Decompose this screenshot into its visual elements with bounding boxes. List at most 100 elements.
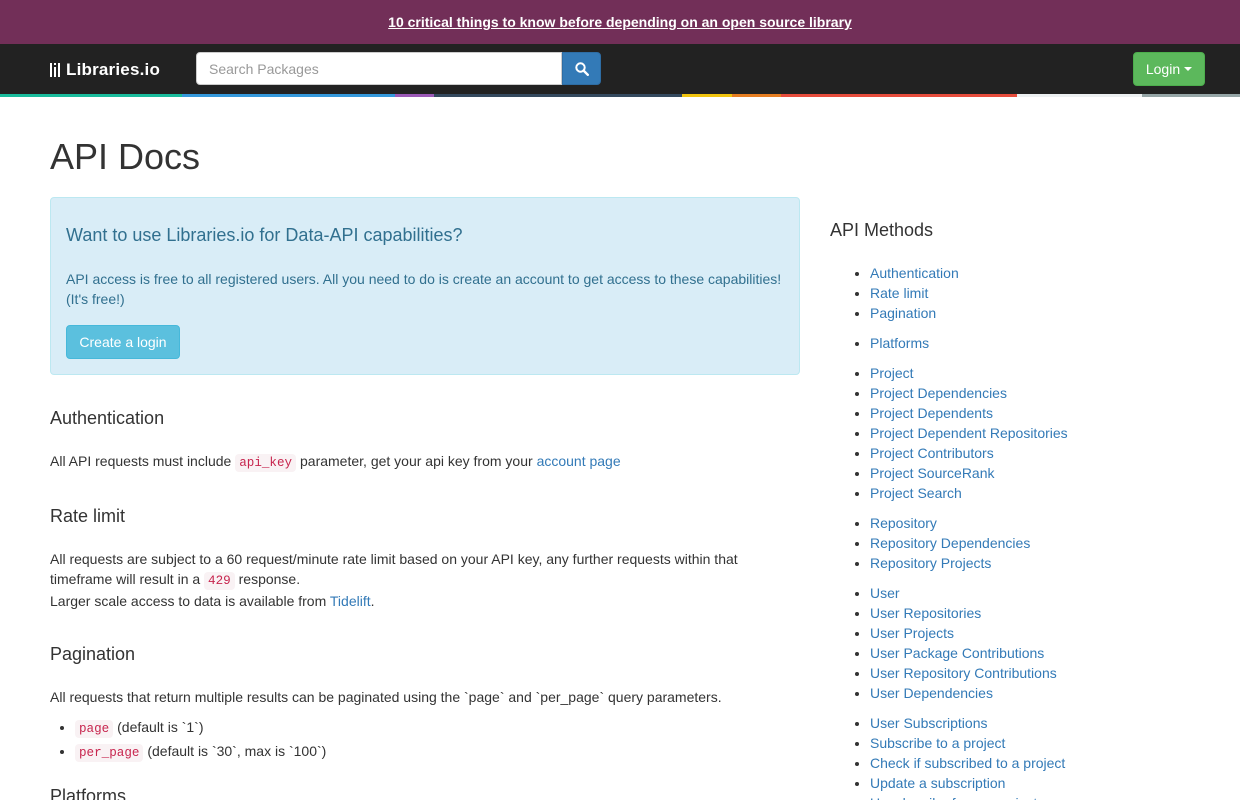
colorbar-segment (0, 94, 182, 97)
colorbar (0, 94, 1240, 97)
list-item: Check if subscribed to a project (870, 753, 1210, 773)
rate-limit-text: All requests are subject to a 60 request… (50, 549, 750, 591)
list-item: Repository (870, 513, 1210, 533)
list-item: User Projects (870, 623, 1210, 643)
rate-text-before: All requests are subject to a 60 request… (50, 551, 738, 587)
list-item: Project Dependent Repositories (870, 423, 1210, 443)
cta-heading: Want to use Libraries.io for Data-API ca… (66, 225, 463, 245)
create-login-button[interactable]: Create a login (66, 325, 180, 359)
list-item: Project Contributors (870, 443, 1210, 463)
account-page-link[interactable]: account page (537, 453, 621, 469)
list-item: Unsubscribe from a project (870, 793, 1210, 800)
pagination-heading: Pagination (50, 644, 136, 664)
colorbar-segment (781, 94, 1017, 97)
navbar: Libraries.io Login (0, 44, 1240, 94)
colorbar-segment (682, 94, 732, 97)
api-method-link[interactable]: Subscribe to a project (870, 735, 1005, 751)
api-method-link[interactable]: Repository (870, 515, 937, 531)
colorbar-segment (395, 94, 434, 97)
api-method-link[interactable]: User Dependencies (870, 685, 993, 701)
list-item: Project Search (870, 483, 1210, 503)
colorbar-segment (1142, 94, 1240, 97)
api-method-link[interactable]: User Repositories (870, 605, 981, 621)
search-button[interactable] (562, 52, 601, 85)
list-item: Authentication (870, 263, 1210, 283)
rate-limit-heading: Rate limit (50, 506, 126, 526)
api-method-link[interactable]: User Repository Contributions (870, 665, 1057, 681)
api-method-link[interactable]: Update a subscription (870, 775, 1005, 791)
pagination-params-list: page (default is `1`) per_page (default … (75, 716, 326, 764)
api-method-link[interactable]: Pagination (870, 305, 936, 321)
api-method-link[interactable]: Unsubscribe from a project (870, 795, 1037, 800)
rate-limit-tidelift: Larger scale access to data is available… (50, 591, 770, 611)
auth-text-before: All API requests must include (50, 453, 236, 469)
list-item: Subscribe to a project (870, 733, 1210, 753)
status-429-code: 429 (204, 572, 235, 590)
api-cta-panel: Want to use Libraries.io for Data-API ca… (50, 197, 800, 375)
authentication-text: All API requests must include api_key pa… (50, 451, 770, 473)
api-method-link[interactable]: Project (870, 365, 914, 381)
list-item: per_page (default is `30`, max is `100`) (75, 740, 326, 764)
api-method-link[interactable]: Rate limit (870, 285, 928, 301)
list-item: page (default is `1`) (75, 716, 326, 740)
list-item: Project (870, 363, 1210, 383)
list-item: User Subscriptions (870, 713, 1210, 733)
login-button[interactable]: Login (1133, 52, 1205, 86)
colorbar-segment (732, 94, 781, 97)
api-method-link[interactable]: User (870, 585, 900, 601)
list-item: User Repository Contributions (870, 663, 1210, 683)
colorbar-segment (182, 94, 395, 97)
api-method-link[interactable]: User Subscriptions (870, 715, 988, 731)
banner-link[interactable]: 10 critical things to know before depend… (388, 14, 852, 30)
list-item: User Repositories (870, 603, 1210, 623)
api-method-link[interactable]: Repository Dependencies (870, 535, 1030, 551)
api-method-link[interactable]: User Package Contributions (870, 645, 1044, 661)
pagination-text: All requests that return multiple result… (50, 689, 722, 705)
list-item: Project SourceRank (870, 463, 1210, 483)
api-methods-list: Authentication Rate limit Pagination Platfo… (830, 263, 1210, 800)
list-item: Project Dependencies (870, 383, 1210, 403)
api-method-link[interactable]: User Projects (870, 625, 954, 641)
tidelift-link[interactable]: Tidelift (330, 593, 371, 609)
api-method-group: User User Repositories User Projects User P… (830, 583, 1210, 703)
api-method-link[interactable]: Project Dependent Repositories (870, 425, 1068, 441)
announcement-banner: 10 critical things to know before depend… (0, 0, 1240, 44)
api-method-group: User Subscriptions Subscribe to a project… (830, 713, 1210, 800)
list-item: Repository Dependencies (870, 533, 1210, 553)
list-item: Pagination (870, 303, 1210, 323)
rate-text-after: response. (234, 571, 301, 587)
rate-line2-before: Larger scale access to data is available… (50, 593, 330, 609)
api-method-link[interactable]: Project Dependents (870, 405, 993, 421)
api-method-group: Authentication Rate limit Pagination (830, 263, 1210, 323)
search-input[interactable] (196, 52, 562, 85)
param-code: page (75, 720, 114, 738)
api-method-group: Repository Repository Dependencies Reposit… (830, 513, 1210, 573)
api-method-link[interactable]: Check if subscribed to a project (870, 755, 1065, 771)
api-method-group: Platforms (830, 333, 1210, 353)
param-code: per_page (75, 744, 144, 762)
param-desc: (default is `1`) (113, 719, 204, 735)
api-method-link[interactable]: Platforms (870, 335, 929, 351)
api-method-link[interactable]: Project Dependencies (870, 385, 1007, 401)
auth-text-after: parameter, get your api key from your (296, 453, 537, 469)
api-method-link[interactable]: Project SourceRank (870, 465, 995, 481)
libraries-logo-icon (50, 63, 60, 77)
page-title: API Docs (50, 136, 201, 177)
list-item: User (870, 583, 1210, 603)
caret-down-icon (1184, 67, 1193, 71)
api-methods-heading: API Methods (830, 220, 934, 240)
list-item: User Dependencies (870, 683, 1210, 703)
list-item: Project Dependents (870, 403, 1210, 423)
api-method-link[interactable]: Authentication (870, 265, 959, 281)
list-item: Platforms (870, 333, 1210, 353)
login-label: Login (1145, 61, 1181, 77)
colorbar-segment (1017, 94, 1142, 97)
logo[interactable]: Libraries.io (50, 60, 160, 80)
colorbar-segment (434, 94, 682, 97)
api-method-link[interactable]: Project Search (870, 485, 962, 501)
param-desc: (default is `30`, max is `100`) (143, 743, 327, 759)
list-item: Rate limit (870, 283, 1210, 303)
api-method-link[interactable]: Repository Projects (870, 555, 991, 571)
authentication-heading: Authentication (50, 408, 165, 428)
api-method-link[interactable]: Project Contributors (870, 445, 994, 461)
